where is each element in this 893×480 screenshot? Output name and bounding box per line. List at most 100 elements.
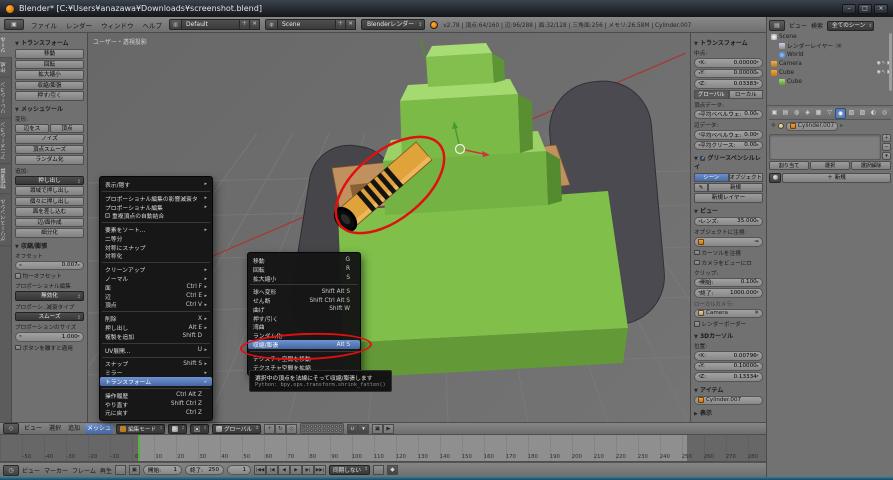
layout-delete-button[interactable]: ✕ <box>250 19 260 30</box>
number-field[interactable]: ◂平均ベベルウェ:0.00▸ <box>694 130 763 140</box>
menu-item[interactable]: 回転 R ▸ <box>248 265 360 274</box>
number-field[interactable]: ◂開始:0.100▸ <box>694 278 763 288</box>
assign-button[interactable]: 割り当て <box>769 161 809 170</box>
menu-item[interactable]: 対称にスナップ ▸ <box>100 243 212 252</box>
shelf-tab[interactable]: アニメーション <box>0 118 12 164</box>
pin-icon[interactable]: ✥ <box>771 123 776 129</box>
slot-specials-button[interactable]: ▾ <box>882 152 891 160</box>
display-panel-header[interactable]: ▶ 表示 <box>694 408 763 417</box>
menu-item[interactable]: 曲げ Shift W ▸ <box>248 305 360 314</box>
menu-item[interactable]: 辺 Ctrl E ▸ <box>100 292 212 301</box>
orientation-dropdown[interactable]: グローバル <box>212 424 261 434</box>
properties-tab-icon[interactable]: ▤ <box>780 108 791 119</box>
panel-checkbox-icon[interactable] <box>700 156 706 162</box>
scene-add-button[interactable]: ＋ <box>336 19 346 30</box>
menu-item[interactable]: 頂点 Ctrl V ▸ <box>100 301 212 310</box>
current-frame-field[interactable]: 1 <box>227 465 251 475</box>
offset-slider[interactable]: ◂0.007▸ <box>15 261 84 271</box>
playback-button[interactable]: ▶| <box>302 465 314 475</box>
menu-item[interactable]: ファイル <box>29 20 59 30</box>
menu-item[interactable]: 湾曲 ▸ <box>248 323 360 332</box>
menu-item[interactable]: フレーム <box>72 466 96 475</box>
menu-item[interactable]: プロポーショナル編集の影響減衰タイプ ▸ <box>100 194 212 203</box>
tool-button[interactable]: 移動 <box>15 49 84 59</box>
selectable-cursor-icon[interactable]: ↖ <box>882 70 886 75</box>
grease-pencil-panel-header[interactable]: ▼ グリースペンシルレイ <box>694 153 763 171</box>
menu-item[interactable]: ビュー <box>22 466 40 475</box>
tool-button[interactable]: ノイズ <box>15 134 84 144</box>
menu-item[interactable]: メッシュ <box>85 424 113 434</box>
remove-slot-button[interactable]: － <box>882 143 891 151</box>
number-field[interactable]: ◂X:0.00796▸ <box>694 351 763 361</box>
apply-on-release-checkbox[interactable]: ボタンを離すと適用 <box>15 344 84 352</box>
new-material-button[interactable]: ＋ 新規 <box>782 173 891 183</box>
translate-manipulator-button[interactable]: ＋ <box>264 424 275 434</box>
clear-icon[interactable]: ✕ <box>754 310 759 316</box>
layout-name[interactable]: Default <box>182 19 240 30</box>
lock-camera-checkbox[interactable]: カメラをビューにロ <box>694 259 763 267</box>
record-button[interactable] <box>373 465 384 475</box>
material-browse-button[interactable] <box>769 173 781 183</box>
outliner-row[interactable]: World |▣ ◉ ↖ ▣ <box>769 50 891 59</box>
global-button[interactable]: グローバル <box>694 90 729 99</box>
editor-type-icon[interactable]: ▤ <box>769 20 785 31</box>
visibility-eye-icon[interactable]: ◉ <box>877 70 881 75</box>
editor-type-icon[interactable]: ◇ <box>3 423 19 434</box>
menu-item[interactable]: プロポーショナル編集 ▸ <box>100 203 212 212</box>
menu-item[interactable]: ヘルプ <box>141 20 165 30</box>
extrude-menu-button[interactable]: 押し出し <box>15 176 84 186</box>
properties-tab-icon[interactable]: ▦ <box>813 108 824 119</box>
properties-tab-icon[interactable]: ◐ <box>868 108 879 119</box>
properties-tab-icon[interactable]: ▣ <box>769 108 780 119</box>
selectable-cursor-icon[interactable]: ↖ <box>882 61 886 66</box>
menu-item[interactable]: ウィンドウ <box>99 20 136 30</box>
scene-button[interactable]: シーン <box>694 173 729 182</box>
cursor-panel-header[interactable]: ▼ 3Dカーソル <box>694 331 763 340</box>
tool-button[interactable]: 辺/面作成 <box>15 218 84 228</box>
shelf-tab[interactable]: ツール <box>0 33 12 58</box>
menu-item[interactable]: 対称化 ▸ <box>100 252 212 261</box>
outliner-row[interactable]: Scene |▣ ◉ ↖ ▣ <box>769 32 891 41</box>
falloff-dropdown[interactable]: スムーズ <box>15 312 84 322</box>
number-field[interactable]: ◂Z:0.03383▸ <box>694 79 763 89</box>
number-field[interactable]: ◂Y:0.10000▸ <box>694 362 763 372</box>
local-button[interactable]: ローカル <box>729 90 764 99</box>
visibility-eye-icon[interactable]: ◉ <box>877 61 881 66</box>
menu-item[interactable]: やり直す Shift Ctrl Z ▸ <box>100 400 212 409</box>
new-layer-button[interactable]: 新規レイヤー <box>694 193 763 203</box>
layout-add-button[interactable]: ＋ <box>240 19 250 30</box>
menu-item[interactable]: 面 Ctrl F ▸ <box>100 283 212 292</box>
transform-panel-header[interactable]: ▼ トランスフォーム <box>694 38 763 47</box>
item-panel-header[interactable]: ▼ アイテム <box>694 385 763 394</box>
shrink-fatten-panel-header[interactable]: ▼ 収縮/膨張 <box>15 241 84 250</box>
eyedropper-icon[interactable]: ✑ <box>754 239 759 245</box>
number-field[interactable]: ◂終了:1000.000▸ <box>694 288 763 298</box>
menu-item[interactable]: ビュー <box>22 424 44 434</box>
menu-item[interactable]: せん断 Shift Ctrl Alt S ▸ <box>248 296 360 305</box>
view-panel-header[interactable]: ▼ ビュー <box>694 206 763 215</box>
lens-field[interactable]: ◂レンズ:35.000▸ <box>694 217 763 227</box>
outliner-row[interactable]: Cube |▣ ◉ ↖ ▣ <box>769 77 891 86</box>
keying-set-button[interactable]: ◆ <box>387 465 398 475</box>
menu-item[interactable]: 移動 G ▸ <box>248 256 360 265</box>
tool-button[interactable]: 頂点スムーズ <box>15 145 84 155</box>
mesh-tools-panel-header[interactable]: ▼ メッシュツール <box>15 104 84 113</box>
properties-tab-icon[interactable]: ◎ <box>879 108 890 119</box>
number-field[interactable]: ◂平均ベベルウェ:0.00▸ <box>694 110 763 120</box>
breadcrumb-object[interactable]: Cylinder.007 <box>786 122 838 131</box>
menu-item[interactable]: 選択 <box>47 424 63 434</box>
pivot-dropdown[interactable] <box>190 424 209 434</box>
outliner-scrollbar[interactable] <box>889 33 892 91</box>
tool-button[interactable]: 辺をス <box>15 124 49 134</box>
tool-button[interactable]: 押す/引く <box>15 91 84 101</box>
scene-selector[interactable]: ◍ Scene ＋ ✕ <box>265 19 356 30</box>
menu-item[interactable]: ノーマル ▸ <box>100 274 212 283</box>
layers-widget[interactable] <box>300 423 344 434</box>
outliner-row[interactable]: レンダーレイヤー |▣ ◉ ↖ ▣ <box>769 41 891 50</box>
outliner-search-menu[interactable]: 検索 <box>811 21 823 30</box>
properties-tab-icon[interactable]: ◉ <box>835 108 846 119</box>
snap-magnet-icon[interactable]: ∪ <box>347 424 358 434</box>
playback-button[interactable]: |◀ <box>266 465 278 475</box>
window-control-button[interactable]: □ <box>858 4 872 14</box>
tool-button[interactable]: 収縮/膨張 <box>15 81 84 91</box>
